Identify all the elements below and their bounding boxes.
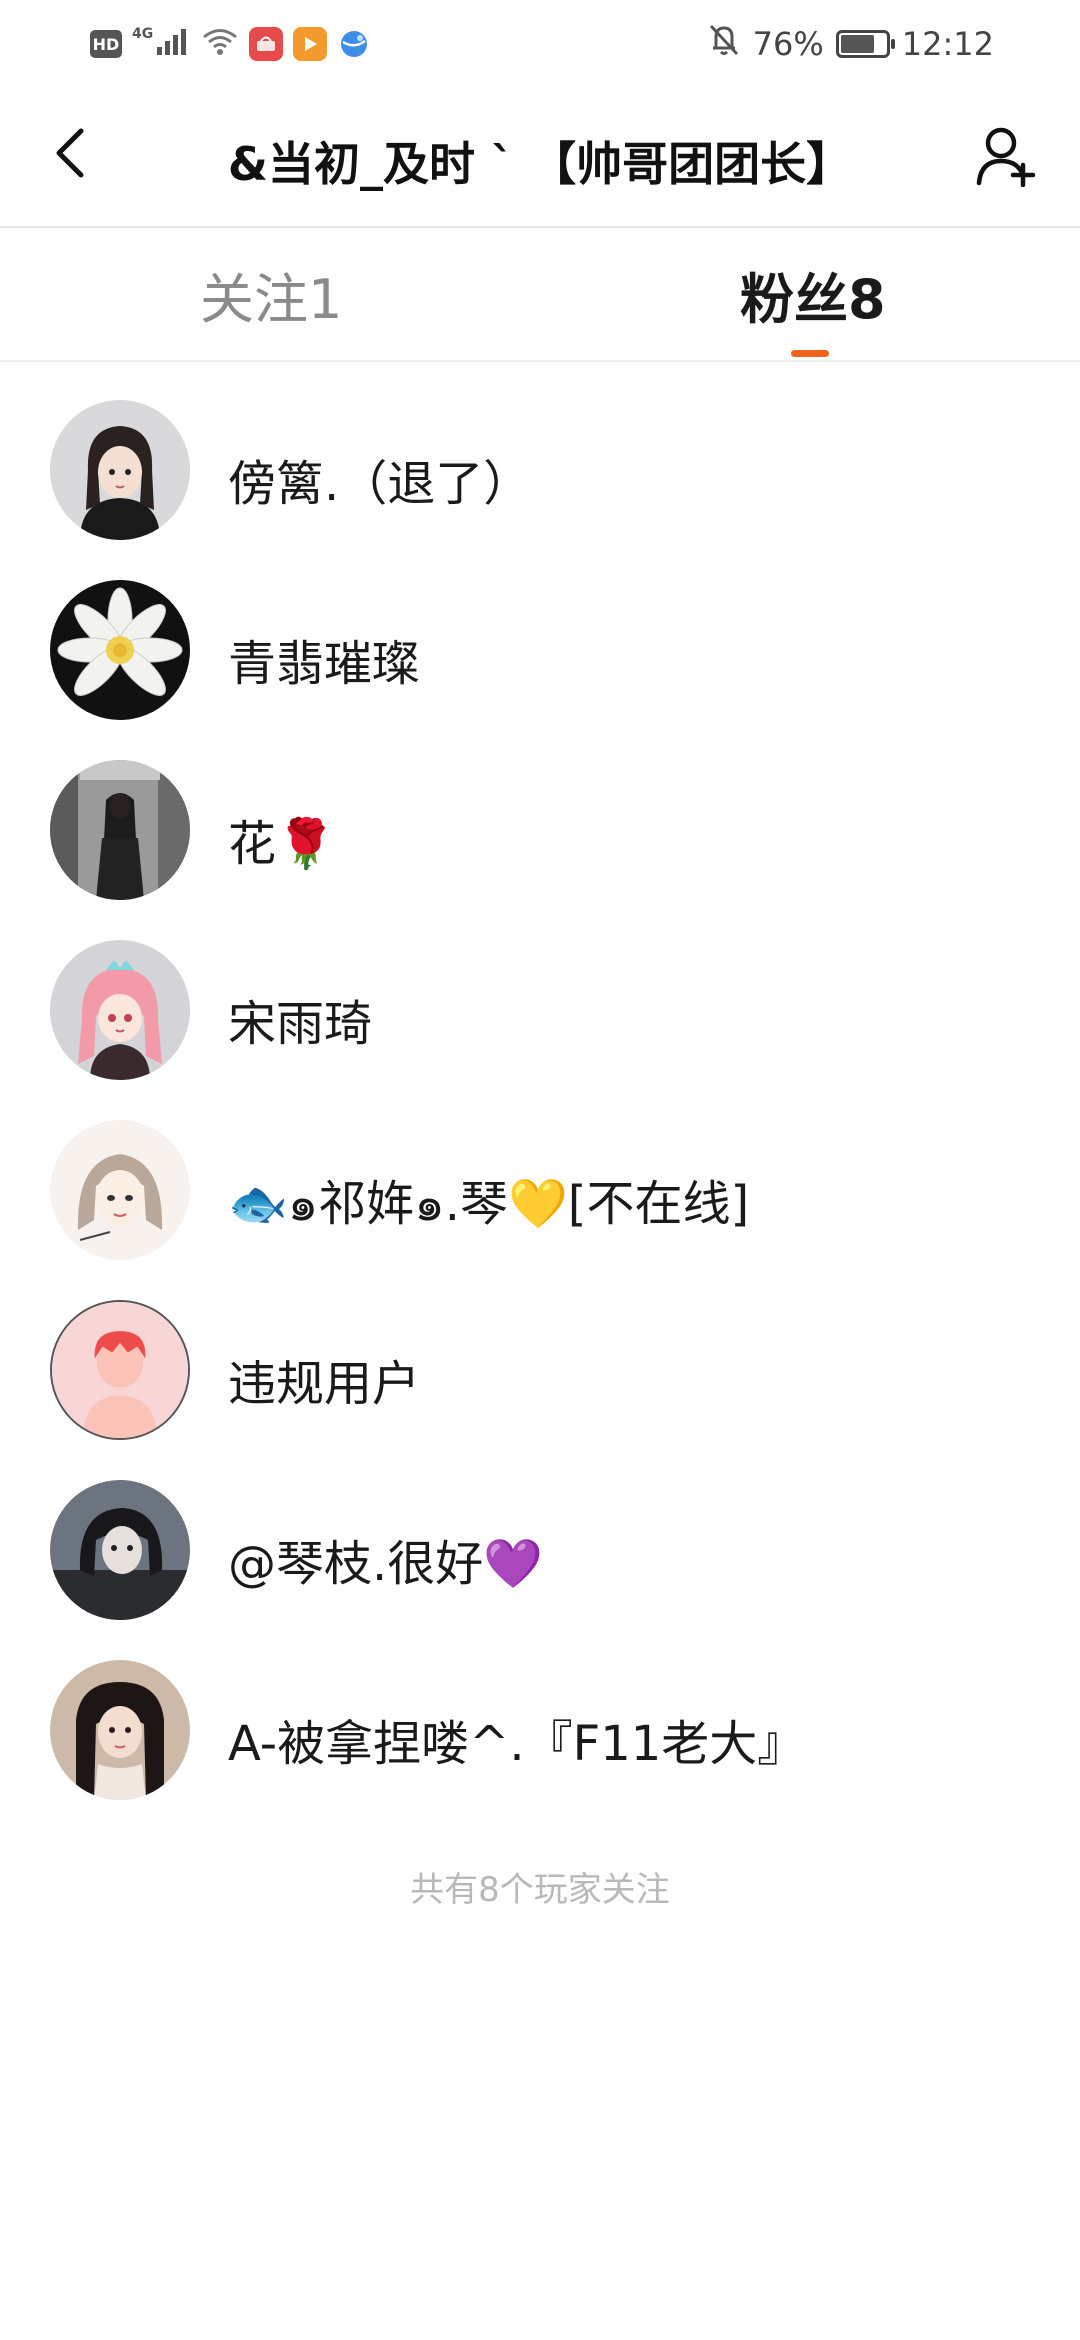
user-name: A-被拿捏喽^.『F11老大』 xyxy=(228,1716,806,1772)
add-friend-button[interactable] xyxy=(970,120,1046,196)
battery-fill xyxy=(840,35,875,53)
active-tab-indicator xyxy=(791,350,829,357)
user-name: 违规用户 xyxy=(228,1356,421,1412)
user-name: 宋雨琦 xyxy=(228,996,373,1052)
user-name: 傍篱.（退了） xyxy=(228,456,532,512)
girl-in-closet-avatar[interactable] xyxy=(50,760,190,900)
list-item[interactable]: 🐟๑祁姩๑.琴💛[不在线] xyxy=(0,1100,1080,1280)
portrait-girl-avatar[interactable] xyxy=(50,1660,190,1800)
list-item[interactable]: 傍篱.（退了） xyxy=(0,380,1080,560)
follower-list: 傍篱.（退了） 青翡璀璨 花🌹 宋雨琦 🐟๑祁姩๑.琴💛[不在线] 违规用户 @… xyxy=(0,380,1080,1820)
clock: 12:12 xyxy=(901,25,994,63)
tab-followers[interactable]: 粉丝8 xyxy=(540,228,1080,360)
user-name: 🐟๑祁姩๑.琴💛[不在线] xyxy=(228,1176,750,1232)
signal-icon xyxy=(155,27,191,61)
anime-girl-dark-hair-avatar[interactable] xyxy=(50,400,190,540)
list-item[interactable]: 青翡璀璨 xyxy=(0,560,1080,740)
chevron-left-icon xyxy=(51,125,91,185)
video-app-icon xyxy=(293,27,328,61)
user-name: 花🌹 xyxy=(228,816,336,872)
list-item[interactable]: @琴枝.很好💜 xyxy=(0,1460,1080,1640)
list-item[interactable]: 花🌹 xyxy=(0,740,1080,920)
header: &当初_及时 ` 【帅哥团团长】 xyxy=(0,90,1080,228)
page-title: &当初_及时 ` 【帅哥团团长】 xyxy=(227,137,853,191)
status-right: 76% 12:12 xyxy=(707,22,994,66)
battery-percent: 76% xyxy=(752,25,824,63)
tab-bar: 关注1 粉丝8 xyxy=(0,228,1080,362)
tab-following-label: 关注1 xyxy=(200,267,343,331)
user-name: @琴枝.很好💜 xyxy=(228,1536,544,1592)
followers-page: HD 4G 76% 12:12 &当初_及时 ` 【帅哥团团长】 关注1 粉丝8… xyxy=(0,0,1080,2340)
list-item[interactable]: 违规用户 xyxy=(0,1280,1080,1460)
huawei-app-icon xyxy=(249,27,284,61)
user-name: 青翡璀璨 xyxy=(228,636,421,692)
wifi-icon xyxy=(201,27,239,61)
tab-followers-label: 粉丝8 xyxy=(740,267,886,331)
list-item[interactable]: 宋雨琦 xyxy=(0,920,1080,1100)
anime-pink-hair-avatar[interactable] xyxy=(50,940,190,1080)
status-bar: HD 4G 76% 12:12 xyxy=(0,0,1080,90)
browser-app-icon xyxy=(337,27,371,61)
list-item[interactable]: A-被拿捏喽^.『F11老大』 xyxy=(0,1640,1080,1820)
battery-icon xyxy=(835,30,895,58)
network-type-label: 4G xyxy=(132,26,154,42)
back-button[interactable] xyxy=(36,120,106,190)
status-left: HD 4G xyxy=(90,24,371,64)
dark-photo-girl-avatar[interactable] xyxy=(50,1480,190,1620)
tab-following[interactable]: 关注1 xyxy=(0,228,540,360)
add-user-icon xyxy=(975,125,1041,191)
mute-bell-icon xyxy=(707,22,741,66)
default-red-user-avatar[interactable] xyxy=(50,1300,190,1440)
white-lotus-avatar[interactable] xyxy=(50,580,190,720)
drawn-girl-avatar[interactable] xyxy=(50,1120,190,1260)
follower-count-note: 共有8个玩家关注 xyxy=(410,1870,670,1910)
hd-icon: HD xyxy=(90,30,122,58)
